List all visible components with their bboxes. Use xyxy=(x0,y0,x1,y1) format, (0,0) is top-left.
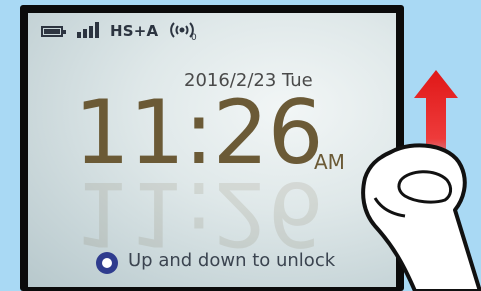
network-type-label: HS+A xyxy=(110,22,159,40)
unlock-handle-icon[interactable] xyxy=(96,252,118,274)
wifi-client-count: 0 xyxy=(191,33,197,43)
time-reflection: 11:26 xyxy=(74,162,323,265)
unlock-hint-text: Up and down to unlock xyxy=(128,250,336,271)
lock-screen[interactable]: HS+A 0 2016/2/23 Tue 11:26 AM 11:26 Up a… xyxy=(28,13,396,287)
battery-icon xyxy=(41,26,66,37)
finger-gesture-icon xyxy=(361,143,481,291)
wifi-hotspot-icon: 0 xyxy=(170,21,202,43)
signal-icon xyxy=(77,22,99,38)
